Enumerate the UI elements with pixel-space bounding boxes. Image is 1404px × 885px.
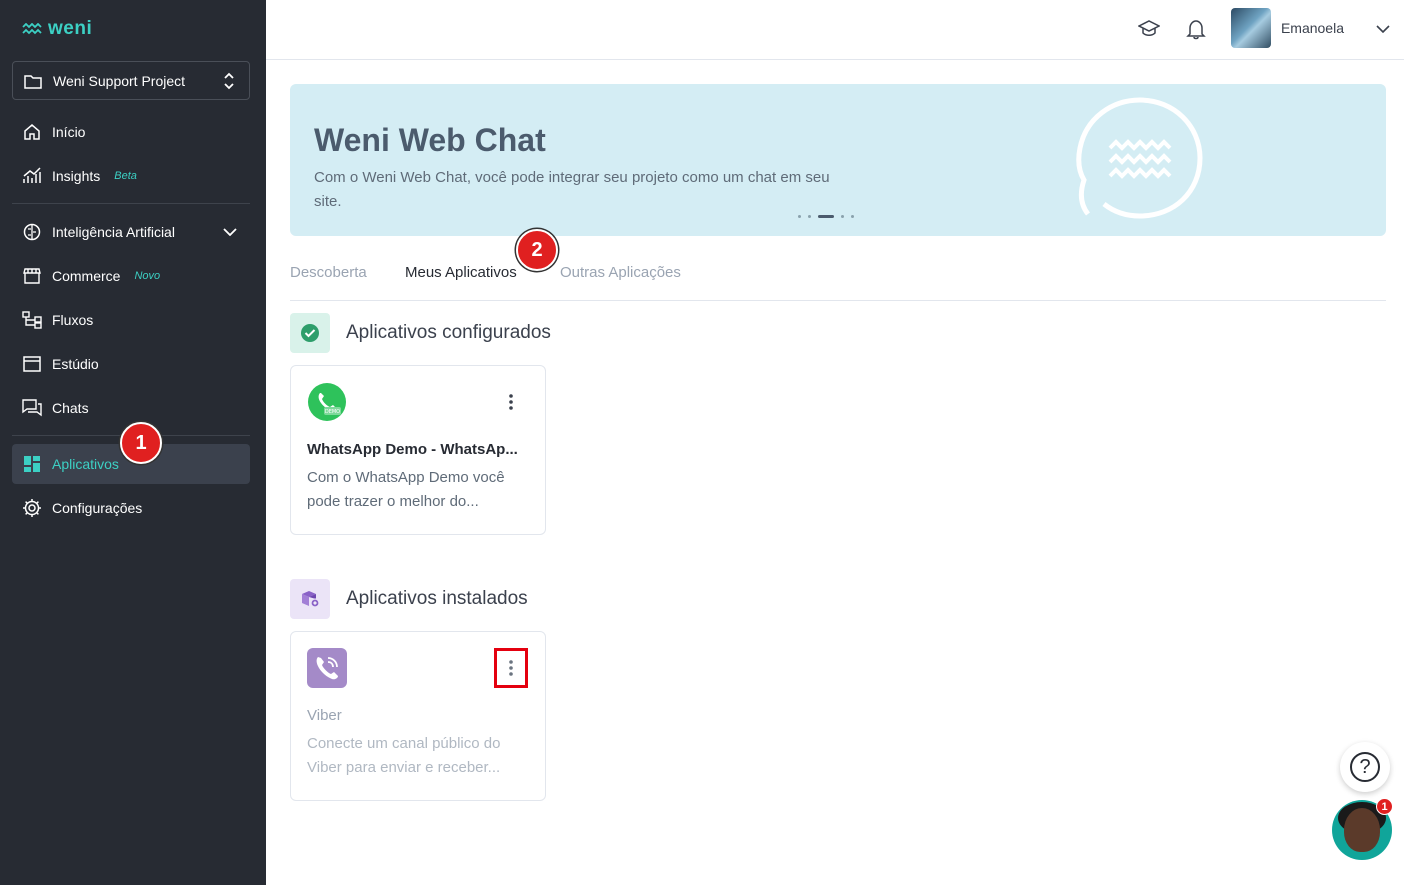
app-card-viber[interactable]: Viber Conecte um canal público do Viber … xyxy=(290,631,546,801)
tab-outras-aplicacoes[interactable]: Outras Aplicações xyxy=(560,264,681,281)
assistant-avatar-icon xyxy=(1344,808,1380,852)
sidebar-item-configuracoes[interactable]: Configurações xyxy=(12,488,250,528)
store-icon xyxy=(22,266,42,286)
chat-assistant-button[interactable]: 1 xyxy=(1332,798,1393,860)
carousel-dot[interactable] xyxy=(841,215,844,218)
whatsapp-demo-icon: DEMO xyxy=(307,382,347,422)
user-name: Emanoela xyxy=(1280,20,1344,36)
beta-tag: Beta xyxy=(114,170,137,182)
section-configured-header: Aplicativos configurados xyxy=(290,313,551,353)
sidebar-item-commerce[interactable]: Commerce Novo xyxy=(12,256,250,296)
project-selector[interactable]: Weni Support Project xyxy=(12,61,250,100)
sidebar-divider xyxy=(12,203,250,204)
novo-tag: Novo xyxy=(134,270,161,282)
sidebar-item-estudio[interactable]: Estúdio xyxy=(12,344,250,384)
project-name: Weni Support Project xyxy=(53,72,186,89)
package-icon xyxy=(290,579,330,619)
sidebar-item-insights[interactable]: Insights Beta xyxy=(12,156,250,196)
app-card-description: Com o WhatsApp Demo você pode trazer o m… xyxy=(307,469,505,510)
sidebar-item-label: Início xyxy=(52,124,86,140)
banner-title: Weni Web Chat xyxy=(314,122,546,158)
sidebar-item-fluxos[interactable]: Fluxos xyxy=(12,300,250,340)
section-title: Aplicativos configurados xyxy=(346,322,551,343)
user-menu[interactable]: Emanoela xyxy=(1230,8,1390,48)
sidebar-item-label: Insights xyxy=(52,168,101,184)
sidebar-item-label: Chats xyxy=(52,400,89,416)
sidebar-item-label: Commerce xyxy=(52,268,121,284)
help-label: ? xyxy=(1359,755,1371,778)
carousel-dot[interactable] xyxy=(798,215,801,218)
app-card-title: WhatsApp Demo - WhatsAp... xyxy=(307,441,518,458)
chevron-down-icon xyxy=(1376,20,1390,36)
banner-carousel[interactable]: Weni Web Chat Com o Weni Web Chat, você … xyxy=(290,84,1386,236)
carousel-dot[interactable] xyxy=(851,215,854,218)
studio-icon xyxy=(22,354,42,374)
step-marker-2: 2 xyxy=(516,229,558,271)
help-button[interactable]: ? xyxy=(1340,742,1390,792)
brain-icon xyxy=(22,222,42,242)
tab-descoberta[interactable]: Descoberta xyxy=(290,264,367,281)
gear-icon xyxy=(22,498,42,518)
flow-icon xyxy=(22,310,42,330)
app-card-title: Viber xyxy=(307,707,342,724)
bell-icon[interactable] xyxy=(1185,18,1207,40)
sidebar-item-label: Aplicativos xyxy=(52,456,119,472)
app-tabs: Descoberta Meus Aplicativos Outras Aplic… xyxy=(290,258,1386,301)
chats-icon xyxy=(22,398,42,418)
logo-text: weni xyxy=(48,18,93,39)
chevron-up-down-icon xyxy=(219,71,239,91)
app-card-whatsapp-demo[interactable]: DEMO WhatsApp Demo - WhatsAp... Com o Wh… xyxy=(290,365,546,535)
step-marker-1: 1 xyxy=(120,422,162,464)
section-installed-header: Aplicativos instalados xyxy=(290,579,528,619)
notification-badge: 1 xyxy=(1376,798,1393,815)
carousel-dot[interactable] xyxy=(808,215,811,218)
viber-icon xyxy=(307,648,347,688)
more-options-icon[interactable] xyxy=(494,382,528,422)
webchat-logo-icon xyxy=(1076,97,1203,219)
tab-meus-aplicativos[interactable]: Meus Aplicativos xyxy=(405,264,517,281)
sidebar-item-label: Fluxos xyxy=(52,312,94,328)
topbar: Emanoela xyxy=(266,0,1404,60)
sidebar: weni Weni Support Project Início Insight… xyxy=(0,0,266,885)
weni-wave-icon xyxy=(22,23,42,35)
check-circle-icon xyxy=(290,313,330,353)
banner-description: Com o Weni Web Chat, você pode integrar … xyxy=(314,169,830,210)
chevron-down-icon xyxy=(220,222,240,242)
weni-logo[interactable]: weni xyxy=(22,18,92,40)
sidebar-item-inteligencia-artificial[interactable]: Inteligência Artificial xyxy=(12,212,250,252)
home-icon xyxy=(22,122,42,142)
folder-icon xyxy=(23,71,43,91)
sidebar-item-label: Configurações xyxy=(52,500,143,516)
carousel-dots xyxy=(798,215,854,218)
carousel-dot-active[interactable] xyxy=(818,215,834,218)
more-options-icon[interactable] xyxy=(494,648,528,688)
section-title: Aplicativos instalados xyxy=(346,588,528,609)
graduation-cap-icon[interactable] xyxy=(1137,18,1161,40)
sidebar-item-inicio[interactable]: Início xyxy=(12,112,250,152)
avatar xyxy=(1230,8,1271,48)
sidebar-item-label: Estúdio xyxy=(52,356,99,372)
apps-icon xyxy=(22,454,42,474)
svg-text:DEMO: DEMO xyxy=(325,409,340,415)
app-card-description: Conecte um canal público do Viber para e… xyxy=(307,735,501,776)
sidebar-item-chats[interactable]: Chats xyxy=(12,388,250,428)
sidebar-item-label: Inteligência Artificial xyxy=(52,224,175,240)
chart-icon xyxy=(22,166,42,186)
